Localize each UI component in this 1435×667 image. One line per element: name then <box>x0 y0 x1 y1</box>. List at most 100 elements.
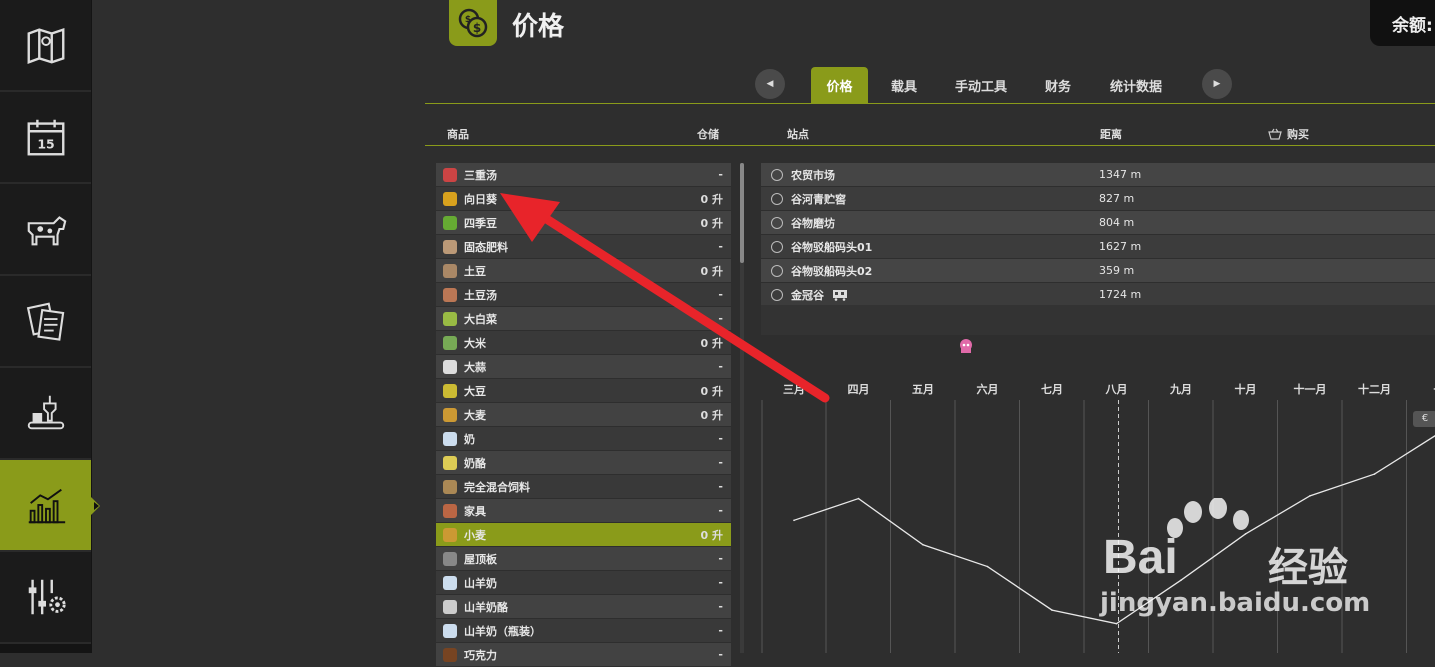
goods-row[interactable]: 山羊奶- <box>436 571 731 594</box>
station-row[interactable]: 谷河青贮窖827 m <box>761 187 1435 210</box>
tab-finances[interactable]: 财务 <box>1034 67 1082 103</box>
goods-row[interactable]: 大麦0 升 <box>436 403 731 426</box>
station-row[interactable]: 农贸市场1347 m <box>761 163 1435 186</box>
goods-name: 屋顶板 <box>464 551 497 567</box>
tab-prices[interactable]: 价格 <box>811 67 868 103</box>
cabbage-icon <box>443 312 457 326</box>
goods-row[interactable]: 家具- <box>436 499 731 522</box>
currency-badge: € <box>1413 411 1435 427</box>
stations-list: 农贸市场1347 m谷河青贮窖827 m谷物磨坊804 m 谷物驳船码头01 162… <box>761 163 1435 307</box>
x-tick-label: 三月 <box>783 383 805 396</box>
goods-name: 固态肥料 <box>464 239 508 255</box>
sidebar-item-calendar[interactable]: 15 <box>0 92 91 184</box>
station-name: 谷物驳船码头02 <box>791 263 872 279</box>
sidebar-item-prices[interactable] <box>0 460 91 552</box>
locate-station-icon[interactable] <box>771 217 783 229</box>
tab-vehicles[interactable]: 载具 <box>880 67 928 103</box>
station-row[interactable]: 谷物驳船码头01 1627 m <box>761 235 1435 258</box>
goods-name: 巧克力 <box>464 647 497 663</box>
price-point <box>922 544 924 546</box>
goods-storage-qty: - <box>718 432 723 445</box>
goods-row[interactable]: 小麦0 升 <box>436 523 731 546</box>
sidebar-item-production[interactable] <box>0 368 91 460</box>
station-row[interactable]: 谷物磨坊804 m <box>761 211 1435 234</box>
station-distance: 1627 m <box>1099 240 1141 253</box>
goods-name: 山羊奶酪 <box>464 599 508 615</box>
goods-row[interactable]: 土豆汤- <box>436 283 731 306</box>
cheese-icon <box>443 600 457 614</box>
goods-row[interactable]: 大米0 升 <box>436 331 731 354</box>
goods-storage-qty: - <box>718 312 723 325</box>
goods-name: 家具 <box>464 503 486 519</box>
goods-row[interactable]: 大白菜 - <box>436 307 731 330</box>
goods-row[interactable]: 大豆0 升 <box>436 379 731 402</box>
stations-list-footer <box>761 305 1435 335</box>
goods-row[interactable]: 三重汤- <box>436 163 731 186</box>
col-buy-label: 购买 <box>1287 126 1309 142</box>
tab-hand-tools[interactable]: 手动工具 <box>946 67 1016 103</box>
tab-prev-button[interactable]: ◀ <box>755 69 785 99</box>
locate-station-icon[interactable] <box>771 289 783 301</box>
price-point <box>1309 495 1311 497</box>
goods-name: 向日葵 <box>464 191 497 207</box>
fertilizer-bag-icon <box>443 240 457 254</box>
x-tick-label: 四月 <box>848 383 870 396</box>
soup-can-icon <box>443 288 457 302</box>
tab-underline <box>425 103 1435 104</box>
price-point <box>1180 579 1182 581</box>
price-point <box>1374 473 1376 475</box>
header-underline <box>425 145 1435 146</box>
col-distance: 距离 <box>1100 126 1122 142</box>
goods-row[interactable]: 四季豆0 升 <box>436 211 731 234</box>
baidu-paw-logo-icon <box>1163 498 1263 558</box>
goods-row[interactable]: 固态肥料- <box>436 235 731 258</box>
train-icon <box>832 289 848 301</box>
map-icon <box>23 22 69 68</box>
goods-name: 山羊奶 <box>464 575 497 591</box>
locate-station-icon[interactable] <box>771 241 783 253</box>
goods-row[interactable]: 土豆0 升 <box>436 259 731 282</box>
production-icon <box>23 390 69 436</box>
tab-next-button[interactable]: ▶ <box>1202 69 1232 99</box>
goods-name: 大蒜 <box>464 359 486 375</box>
potato-icon <box>443 264 457 278</box>
goods-row[interactable]: 向日葵0 升 <box>436 187 731 210</box>
locate-station-icon[interactable] <box>771 265 783 277</box>
station-name: 谷物驳船码头01 <box>791 239 872 255</box>
sidebar-item-animals[interactable] <box>0 184 91 276</box>
col-storage: 仓储 <box>697 126 719 142</box>
goods-row[interactable]: 奶- <box>436 427 731 450</box>
goods-storage-qty: - <box>718 456 723 469</box>
locate-station-icon[interactable] <box>771 169 783 181</box>
station-distance: 359 m <box>1099 264 1134 277</box>
x-tick-label: 七月 <box>1041 382 1063 396</box>
goods-row[interactable]: 屋顶板- <box>436 547 731 570</box>
station-row[interactable]: 谷物驳船码头02 359 m <box>761 259 1435 282</box>
locate-station-icon[interactable] <box>771 193 783 205</box>
station-name: 谷河青贮窖 <box>791 191 846 207</box>
goods-row[interactable]: 大蒜- <box>436 355 731 378</box>
sidebar-item-contracts[interactable] <box>0 276 91 368</box>
goods-name: 奶 <box>464 431 475 447</box>
col-station: 站点 <box>787 126 809 142</box>
goods-scrollbar-thumb[interactable] <box>740 163 744 263</box>
goods-row[interactable]: 奶酪- <box>436 451 731 474</box>
goods-row[interactable]: 山羊奶酪- <box>436 595 731 618</box>
goods-name: 大米 <box>464 335 486 351</box>
station-distance: 804 m <box>1099 216 1134 229</box>
goods-row[interactable]: 完全混合饲料- <box>436 475 731 498</box>
goods-row[interactable]: 巧克力- <box>436 643 731 666</box>
price-point <box>1051 609 1053 611</box>
goods-storage-qty: 0 升 <box>701 215 723 231</box>
soup-can-icon <box>443 168 457 182</box>
green-bean-icon <box>443 216 457 230</box>
sidebar-item-settings[interactable] <box>0 552 91 644</box>
station-row[interactable]: 金冠谷1724 m <box>761 283 1435 306</box>
goods-name: 大白菜 <box>464 311 497 327</box>
tab-statistics[interactable]: 统计数据 <box>1100 67 1172 103</box>
wheat-icon <box>443 528 457 542</box>
goods-row[interactable]: 山羊奶（瓶装）- <box>436 619 731 642</box>
sidebar-item-map[interactable] <box>0 0 91 92</box>
milk-bottle-icon <box>443 624 457 638</box>
balance-label: 余额: <box>1370 0 1435 46</box>
